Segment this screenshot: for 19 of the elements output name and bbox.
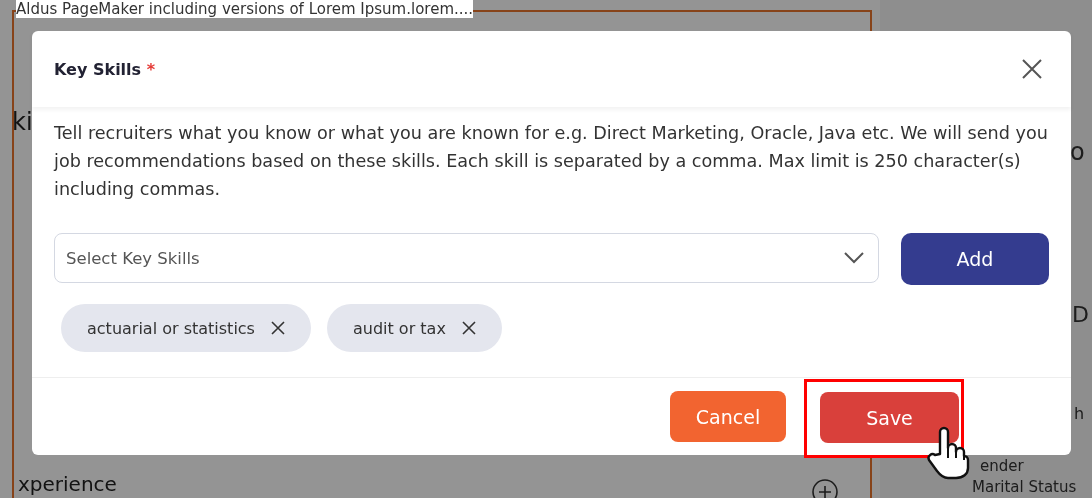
- add-button[interactable]: Add: [901, 233, 1049, 285]
- remove-icon[interactable]: [270, 321, 285, 335]
- dialog-title: Key Skills *: [54, 59, 156, 79]
- background-heading: ki: [12, 108, 33, 136]
- background-text: h: [1074, 404, 1085, 423]
- description-text: Tell recruiters what you know or what you are known for e.g. Direct Marketing, Oracle, Java etc. We will send you job recommendations based on these skills. Each skill is separated by a comma. Max limit is 250 character(s) including commas.: [54, 122, 1049, 201]
- background-text: D: [1072, 302, 1089, 327]
- background-heading: xperience: [18, 472, 117, 496]
- close-icon[interactable]: [1021, 58, 1043, 80]
- remove-icon[interactable]: [461, 321, 476, 335]
- background-text: Marital Status: [972, 478, 1077, 496]
- background-text: ender: [980, 457, 1024, 475]
- save-button[interactable]: Save: [820, 392, 959, 443]
- chip-label: actuarial or statistics: [87, 318, 255, 338]
- background-text: o: [1070, 138, 1085, 166]
- chip-label: audit or tax: [352, 318, 446, 338]
- skills-select-field[interactable]: Select Key Skills: [54, 233, 879, 283]
- background-text: Aldus PageMaker including versions of Lorem Ipsum.lorem....: [16, 0, 474, 18]
- caret-icon: [844, 252, 864, 264]
